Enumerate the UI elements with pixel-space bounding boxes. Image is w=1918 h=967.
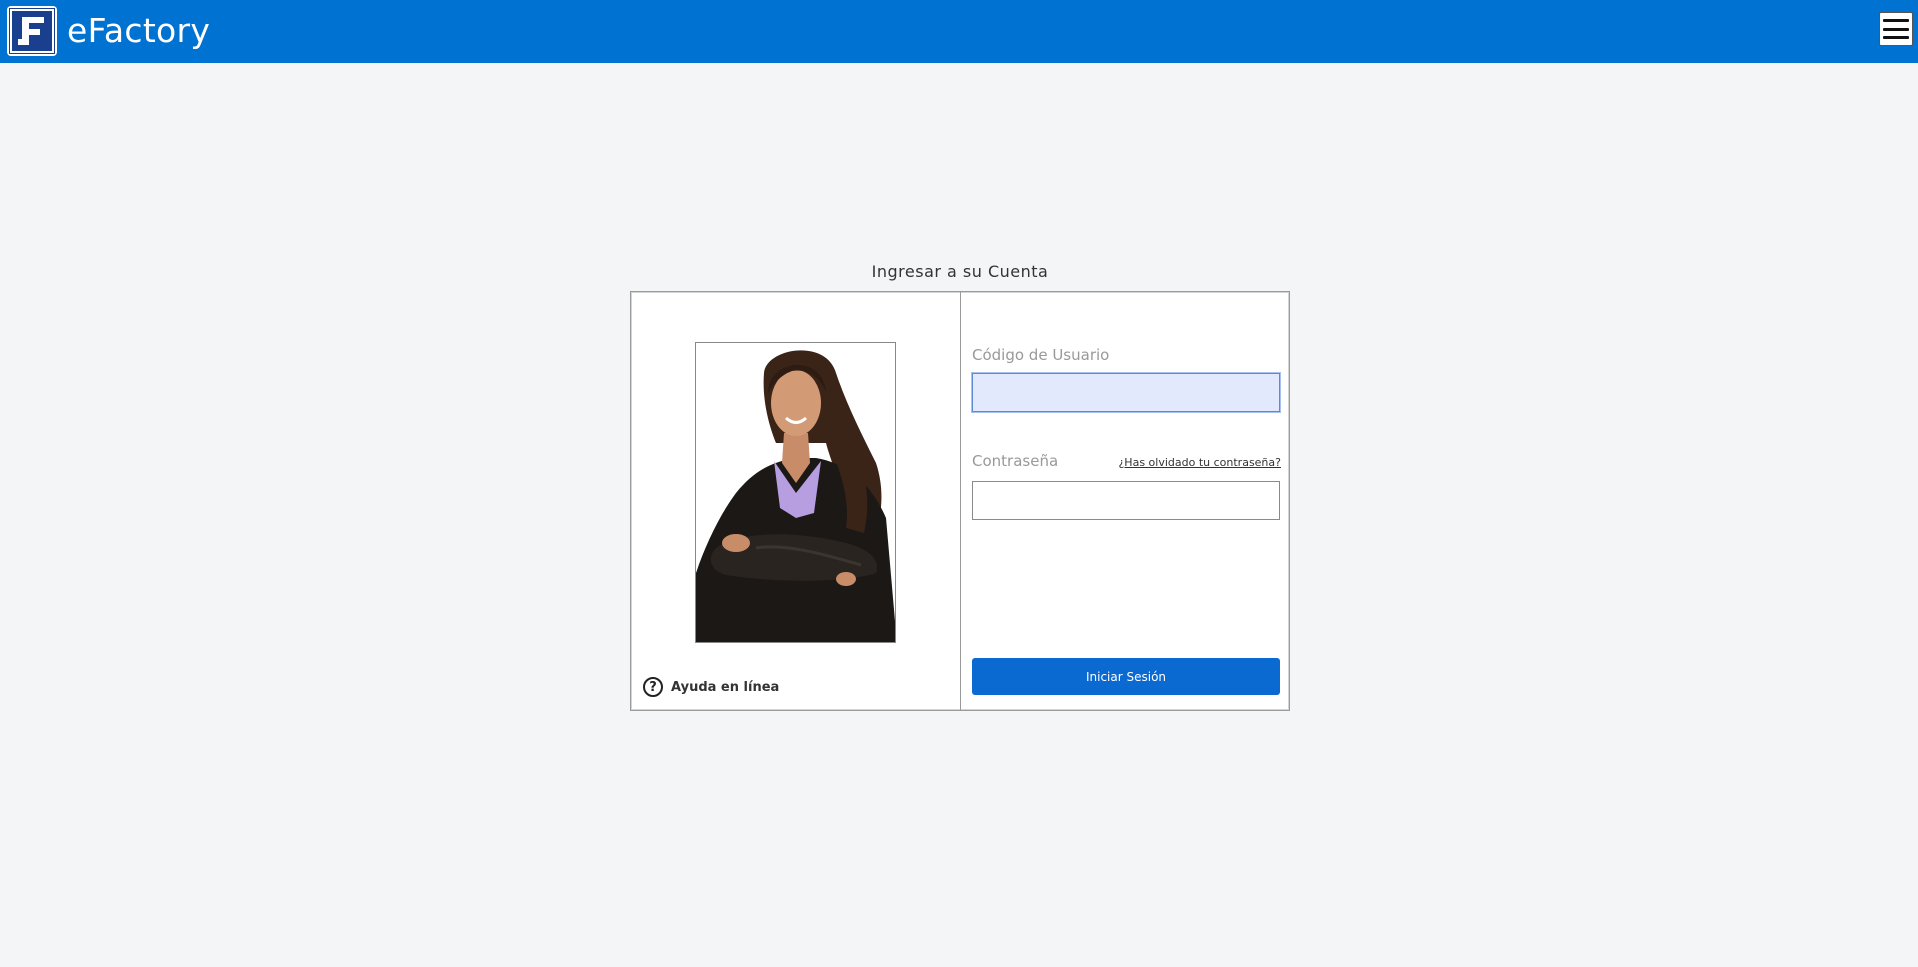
top-bar: eFactory [0, 0, 1918, 63]
password-input[interactable] [972, 481, 1280, 520]
login-left-panel: ? Ayuda en línea [631, 292, 961, 710]
logo-letter-f [18, 17, 44, 45]
login-heading: Ingresar a su Cuenta [871, 262, 1049, 281]
question-circle-icon: ? [643, 677, 663, 697]
password-label: Contraseña [972, 452, 1059, 470]
username-input[interactable] [972, 373, 1280, 412]
login-panel: ? Ayuda en línea Código de Usuario Contr… [630, 291, 1290, 711]
forgot-password-link[interactable]: ¿Has olvidado tu contraseña? [1118, 456, 1281, 469]
hamburger-menu-icon[interactable] [1879, 12, 1913, 46]
username-label: Código de Usuario [972, 346, 1110, 364]
online-help-link[interactable]: ? Ayuda en línea [643, 677, 779, 697]
businesswoman-photo [695, 342, 896, 643]
login-form: Código de Usuario Contraseña ¿Has olvida… [962, 292, 1291, 710]
login-button[interactable]: Iniciar Sesión [972, 658, 1280, 695]
efactory-logo-icon[interactable] [7, 6, 57, 56]
online-help-label: Ayuda en línea [671, 679, 780, 695]
app-title: eFactory [67, 11, 211, 50]
